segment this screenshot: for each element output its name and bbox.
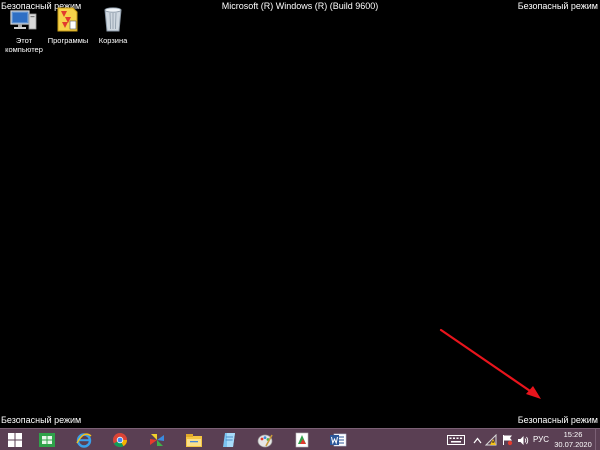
safe-mode-label-bottom-left: Безопасный режим (1, 415, 82, 425)
recycle-bin-icon (98, 5, 128, 33)
tray-flag-icon[interactable] (501, 433, 513, 447)
safe-mode-label-bottom-right: Безопасный режим (517, 415, 598, 425)
taskbar: РУС 15:26 30.07.2020 (0, 428, 600, 450)
computer-icon (9, 5, 39, 33)
network-warning-icon[interactable] (485, 433, 497, 447)
notepad-app-icon[interactable] (219, 431, 241, 449)
clock-time: 15:26 (563, 430, 583, 439)
chrome-icon[interactable] (109, 431, 131, 449)
volume-icon[interactable] (517, 433, 529, 447)
desktop-icon-this-pc[interactable]: Этот компьютер (0, 5, 48, 54)
show-desktop-button[interactable] (595, 429, 600, 450)
word-icon[interactable] (327, 431, 349, 449)
input-language-indicator[interactable]: РУС (533, 435, 549, 445)
pinwheel-app-icon[interactable] (146, 431, 168, 449)
red-annotation-arrow (439, 328, 541, 399)
clock[interactable]: 15:26 30.07.2020 (553, 430, 593, 449)
desktop-icon-label: Программы (47, 36, 89, 45)
file-explorer-icon[interactable] (183, 431, 205, 449)
programs-folder-icon (53, 5, 83, 33)
spreadsheet-app-icon[interactable] (36, 431, 58, 449)
desktop-icon-label: Этот компьютер (5, 36, 43, 54)
windows-start-icon[interactable] (4, 431, 26, 449)
desktop: Безопасный режим Microsoft (R) Windows (… (0, 0, 600, 428)
desktop-icon-recycle-bin[interactable]: Корзина (89, 5, 137, 45)
up-arrow-icon[interactable] (472, 433, 482, 447)
desktop-icon-programs[interactable]: Программы (44, 5, 92, 45)
card-app-icon[interactable] (291, 431, 313, 449)
desktop-icon-label: Корзина (98, 36, 128, 45)
clock-date: 30.07.2020 (554, 439, 592, 449)
safe-mode-label-top-right: Безопасный режим (517, 1, 598, 11)
keyboard-icon[interactable] (447, 433, 465, 447)
internet-explorer-icon[interactable] (73, 431, 95, 449)
paint-app-icon[interactable] (254, 431, 276, 449)
